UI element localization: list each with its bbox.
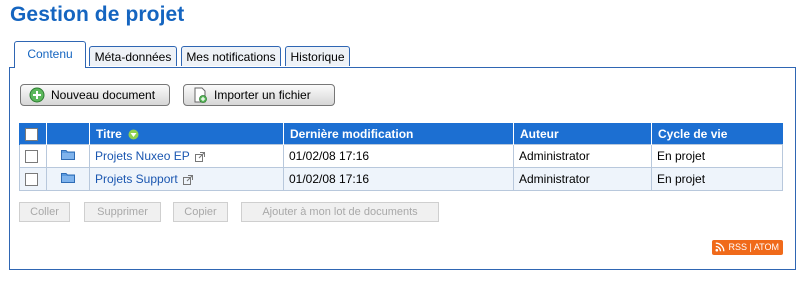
external-link-icon[interactable]: [183, 174, 194, 185]
column-header-title[interactable]: Titre: [89, 123, 284, 145]
table-row: Projets Support 01/02/08 17:16 Administr…: [19, 167, 783, 191]
add-to-worklist-button[interactable]: Ajouter à mon lot de documents: [241, 202, 439, 222]
select-all-header: [19, 123, 47, 145]
tab-meta-donnees[interactable]: Méta-données: [89, 46, 177, 66]
add-circle-icon: [29, 87, 45, 103]
import-file-label: Importer un fichier: [214, 88, 311, 102]
rss-icon: [715, 242, 725, 252]
tab-contenu[interactable]: Contenu: [14, 41, 86, 68]
row-author-cell: Administrator: [513, 144, 652, 168]
document-title-link[interactable]: Projets Support: [95, 172, 178, 186]
content-panel: Nouveau document Importer un fichier Tit…: [9, 67, 796, 270]
row-select-cell: [19, 167, 47, 191]
column-header-title-label: Titre: [96, 126, 122, 141]
row-author-cell: Administrator: [513, 167, 652, 191]
import-file-button[interactable]: Importer un fichier: [183, 84, 335, 106]
page-title: Gestion de projet: [10, 3, 185, 26]
documents-table: Titre Dernière modification Auteur Cycle…: [19, 123, 783, 191]
paste-button[interactable]: Coller: [19, 202, 70, 222]
select-all-checkbox[interactable]: [25, 127, 38, 141]
column-header-lifecycle[interactable]: Cycle de vie: [651, 123, 783, 145]
row-modified-cell: 01/02/08 17:16: [283, 144, 514, 168]
row-checkbox[interactable]: [25, 173, 38, 187]
import-file-icon: [194, 87, 207, 103]
icon-column-header: [46, 123, 90, 145]
rss-atom-label: RSS | ATOM: [728, 242, 779, 252]
row-modified-cell: 01/02/08 17:16: [283, 167, 514, 191]
column-header-modified[interactable]: Dernière modification: [283, 123, 514, 145]
copy-button[interactable]: Copier: [173, 202, 228, 222]
row-title-cell: Projets Support: [89, 167, 284, 191]
row-title-cell: Projets Nuxeo EP: [89, 144, 284, 168]
folder-icon: [61, 150, 75, 160]
row-lifecycle-cell: En projet: [651, 167, 783, 191]
tab-mes-notifications[interactable]: Mes notifications: [181, 46, 281, 66]
rss-atom-feed-button[interactable]: RSS | ATOM: [712, 240, 783, 255]
delete-button[interactable]: Supprimer: [84, 202, 161, 222]
row-lifecycle-cell: En projet: [651, 144, 783, 168]
tab-historique[interactable]: Historique: [285, 46, 350, 66]
document-title-link[interactable]: Projets Nuxeo EP: [95, 149, 190, 163]
column-header-author[interactable]: Auteur: [513, 123, 652, 145]
new-document-label: Nouveau document: [51, 88, 156, 102]
external-link-icon[interactable]: [194, 151, 205, 162]
sort-down-icon[interactable]: [128, 129, 139, 140]
table-header-row: Titre Dernière modification Auteur Cycle…: [19, 123, 783, 145]
row-icon-cell: [46, 167, 90, 191]
row-select-cell: [19, 144, 47, 168]
row-checkbox[interactable]: [25, 150, 38, 164]
new-document-button[interactable]: Nouveau document: [20, 84, 170, 106]
table-row: Projets Nuxeo EP 01/02/08 17:16 Administ…: [19, 144, 783, 168]
row-icon-cell: [46, 144, 90, 168]
folder-icon: [61, 173, 75, 183]
